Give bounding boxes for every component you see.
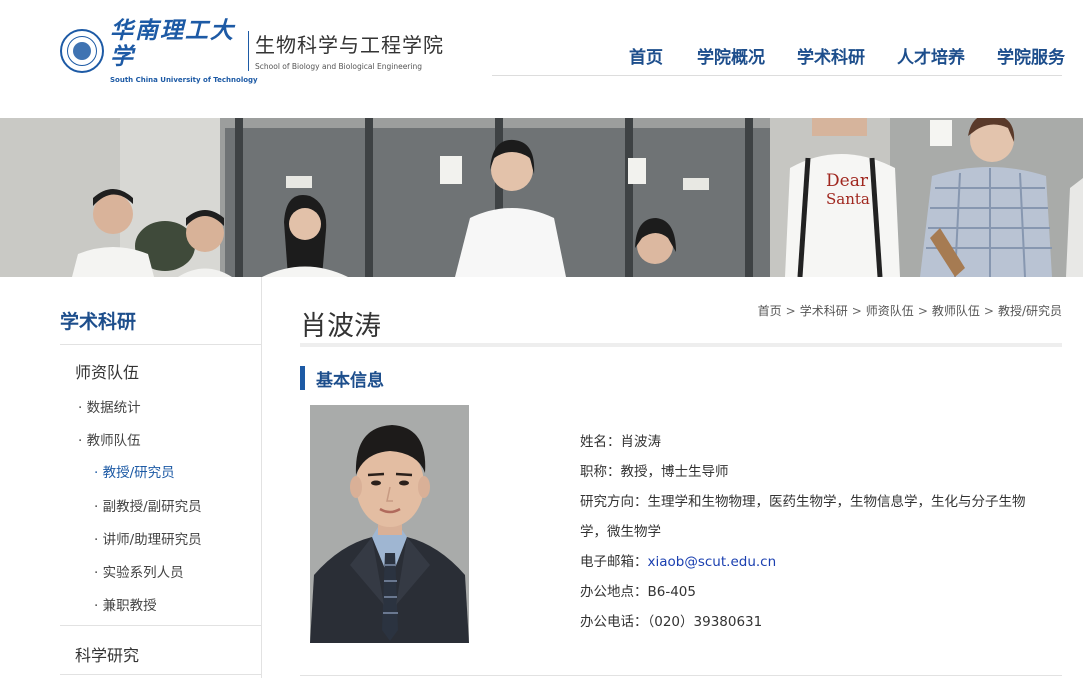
hero-banner: Dear Santa [0,118,1083,277]
info-email-label: 电子邮箱： [580,554,648,570]
info-phone-label: 办公电话： [580,614,648,630]
sidebar-item-associate-professors[interactable]: · 副教授/副研究员 [94,495,202,515]
info-research-label: 研究方向： [580,494,648,510]
info-title: 职称：教授，博士生导师 [580,457,1050,487]
university-seal-icon [60,29,104,73]
breadcrumb-professors[interactable]: 教授/研究员 [998,304,1062,318]
info-name: 姓名：肖波涛 [580,427,1050,457]
school-name-en: School of Biology and Biological Enginee… [255,61,422,71]
content-bottom-divider [300,675,1062,676]
university-name-en: South China University of Technology [110,76,258,84]
site-logo[interactable]: 华南理工大学 South China University of Technol… [60,18,444,84]
logo-divider [248,31,249,71]
info-title-label: 职称： [580,464,621,480]
profile-info: 姓名：肖波涛 职称：教授，博士生导师 研究方向：生理学和生物物理，医药生物学，生… [580,427,1050,637]
profile-photo [310,405,469,643]
breadcrumb-separator: > [983,304,994,318]
info-office: 办公地点：B6-405 [580,577,1050,607]
info-phone: 办公电话：（020）39380631 [580,607,1050,637]
sidebar: 学术科研 师资队伍 · 数据统计 · 教师队伍 · 教授/研究员 · 副教授/副… [60,277,262,678]
sidebar-divider [60,625,261,626]
nav-about[interactable]: 学院概况 [697,43,765,68]
breadcrumb-teachers[interactable]: 教师队伍 [932,304,980,318]
nav-research[interactable]: 学术科研 [797,43,865,68]
page-title: 肖波涛 [300,311,381,342]
nav-services[interactable]: 学院服务 [997,43,1065,68]
sidebar-item-professors[interactable]: · 教授/研究员 [94,461,175,481]
breadcrumb: 首页 > 学术科研 > 师资队伍 > 教师队伍 > 教授/研究员 [758,302,1062,319]
sidebar-title: 学术科研 [60,311,137,333]
breadcrumb-separator: > [917,304,928,318]
breadcrumb-separator: > [851,304,862,318]
breadcrumb-research[interactable]: 学术科研 [800,304,848,318]
sidebar-item-faculty-team[interactable]: 师资队伍 [75,359,139,383]
info-name-label: 姓名： [580,434,621,450]
nav-home[interactable]: 首页 [629,43,663,68]
breadcrumb-faculty-team[interactable]: 师资队伍 [866,304,914,318]
university-name-cn: 华南理工大学 [110,17,235,70]
title-divider [300,343,1062,347]
info-email: 电子邮箱：xiaob@scut.edu.cn [580,547,1050,577]
nav-education[interactable]: 人才培养 [897,43,965,68]
info-phone-value: （020）39380631 [647,614,763,630]
site-header: 华南理工大学 South China University of Technol… [0,0,1083,118]
email-link[interactable]: xiaob@scut.edu.cn [648,554,777,570]
info-office-label: 办公地点： [580,584,648,600]
info-research: 研究方向：生理学和生物物理，医药生物学，生物信息学，生化与分子生物学，微生物学 [580,487,1050,547]
sidebar-item-scientific-research[interactable]: 科学研究 [75,642,139,666]
main-content: 肖波涛 首页 > 学术科研 > 师资队伍 > 教师队伍 > 教授/研究员 基本信息 [300,277,1062,678]
students-banner-image: Dear Santa [0,118,1083,277]
info-research-value: 生理学和生物物理，医药生物学，生物信息学，生化与分子生物学，微生物学 [580,494,1026,540]
breadcrumb-home[interactable]: 首页 [758,304,782,318]
section-heading: 基本信息 [300,366,384,391]
info-title-value: 教授，博士生导师 [620,464,729,480]
breadcrumb-separator: > [785,304,796,318]
info-office-value: B6-405 [647,584,697,600]
sidebar-item-teachers[interactable]: · 教师队伍 [78,429,141,449]
section-accent-bar [300,366,305,390]
info-name-value: 肖波涛 [620,434,662,450]
sidebar-divider [60,344,261,345]
sidebar-item-lab-staff[interactable]: · 实验系列人员 [94,561,184,581]
school-name-cn: 生物科学与工程学院 [255,32,444,57]
section-heading-text: 基本信息 [316,370,384,391]
sidebar-item-statistics[interactable]: · 数据统计 [78,396,141,416]
tshirt-text-2: Santa [826,190,870,208]
main-nav: 首页 学院概况 学术科研 人才培养 学院服务 [492,40,1065,76]
portrait-image [310,405,469,643]
sidebar-item-lecturers[interactable]: · 讲师/助理研究员 [94,528,202,548]
sidebar-divider [60,674,261,675]
sidebar-item-adjunct-professors[interactable]: · 兼职教授 [94,594,157,614]
tshirt-text-1: Dear [826,171,869,191]
